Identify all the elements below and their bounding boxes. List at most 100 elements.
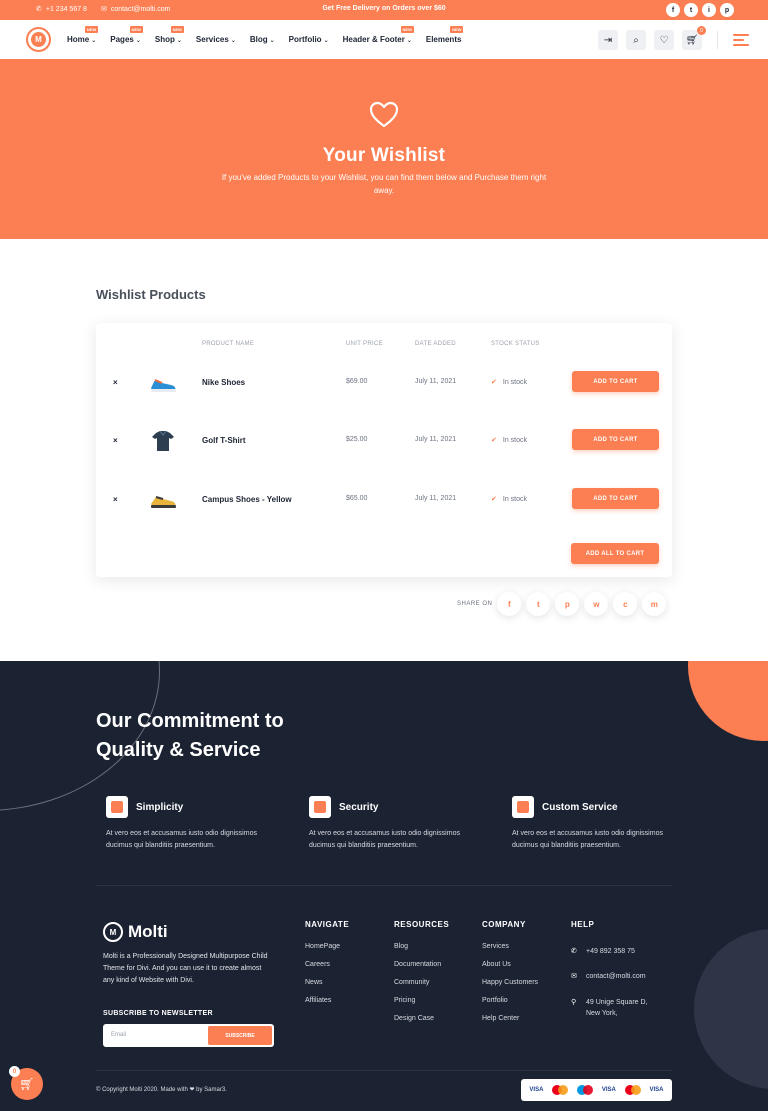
decorative-grey-circle [694, 929, 768, 1089]
nav-label: Header & Footer [342, 35, 405, 44]
nav-label: Services [195, 35, 229, 44]
add-to-cart-button[interactable]: ADD TO CART [572, 488, 659, 509]
column-header-stock: STOCK STATUS [491, 341, 540, 347]
product-name-link[interactable]: Campus Shoes - Yellow [202, 495, 292, 504]
login-icon[interactable]: ⇥ [598, 30, 618, 50]
pinterest-icon[interactable]: p [720, 3, 734, 17]
email-input[interactable]: Email [111, 1032, 126, 1038]
add-to-cart-button[interactable]: ADD TO CART [572, 429, 659, 450]
share-copy-icon[interactable]: c [613, 592, 638, 616]
mastercard-icon [624, 1085, 641, 1095]
cart-icon[interactable]: 🛒︎ 0 [682, 26, 706, 50]
feature-title: Simplicity [136, 802, 184, 813]
footer-link[interactable]: Design Case [394, 1015, 449, 1022]
decorative-orange-circle [688, 661, 768, 741]
footer-link[interactable]: Documentation [394, 961, 449, 968]
visa-icon: VISA [649, 1087, 664, 1093]
nav-header-footer[interactable]: Header & Footer ⌄ NEW [342, 26, 414, 44]
date-added: July 11, 2021 [415, 436, 457, 443]
unit-price: $65.00 [346, 495, 368, 502]
share-label: SHARE ON [457, 601, 493, 607]
new-badge: NEW [170, 26, 184, 33]
stock-status: ✔ In stock [491, 378, 527, 387]
nav-pages[interactable]: Pages ⌄ NEW [110, 26, 143, 44]
footer-column-help: HELP [571, 920, 594, 943]
floating-cart-count: 0 [9, 1066, 20, 1077]
newsletter-form: Email SUBSCRIBE [103, 1024, 274, 1047]
subscribe-button[interactable]: SUBSCRIBE [208, 1026, 272, 1045]
nav-services[interactable]: Services ⌄ [196, 35, 236, 44]
logo-mark: M [103, 922, 123, 942]
footer-link[interactable]: News [305, 979, 349, 986]
footer-link[interactable]: About Us [482, 961, 538, 968]
brand-name: Molti [128, 922, 168, 941]
phone-icon: ✆ [571, 948, 577, 955]
footer-link[interactable]: Services [482, 943, 538, 950]
share-whatsapp-icon[interactable]: w [584, 592, 609, 616]
visa-icon: VISA [601, 1087, 616, 1093]
chevron-down-icon: ⌄ [176, 38, 182, 44]
feature-description: At vero eos et accusamus iusto odio dign… [106, 830, 257, 849]
visa-icon: VISA [529, 1087, 544, 1093]
commitment-title-line-2: Quality & Service [96, 739, 261, 761]
footer-bottom-divider [96, 1070, 672, 1071]
chevron-down-icon: ⌄ [230, 38, 236, 44]
stock-text: In stock [502, 495, 527, 503]
product-thumbnail[interactable] [146, 488, 180, 512]
floating-cart-button[interactable]: 🛒︎ 0 [9, 1066, 43, 1100]
add-to-cart-button[interactable]: ADD TO CART [572, 371, 659, 392]
stock-status: ✔ In stock [491, 495, 527, 504]
site-logo[interactable]: M [26, 27, 51, 52]
twitter-icon[interactable]: t [684, 3, 698, 17]
facebook-icon[interactable]: f [666, 3, 680, 17]
footer-link[interactable]: Portfolio [482, 997, 538, 1004]
product-name-link[interactable]: Nike Shoes [202, 378, 245, 387]
column-header-product: PRODUCT NAME [202, 341, 255, 347]
stock-status: ✔ In stock [491, 436, 527, 445]
nav-shop[interactable]: Shop ⌄ NEW [155, 26, 184, 44]
menu-toggle-icon[interactable] [733, 34, 749, 49]
nav-label: Portfolio [288, 35, 322, 44]
instagram-icon[interactable]: i [702, 3, 716, 17]
share-pinterest-icon[interactable]: p [555, 592, 580, 616]
remove-item-button[interactable]: × [113, 378, 118, 387]
remove-item-button[interactable]: × [113, 436, 118, 445]
search-icon[interactable]: ⌕ [626, 30, 646, 50]
footer-link[interactable]: HomePage [305, 943, 349, 950]
share-twitter-icon[interactable]: t [526, 592, 551, 616]
share-facebook-icon[interactable]: f [497, 592, 522, 616]
heart-icon [369, 101, 399, 128]
footer-link[interactable]: Careers [305, 961, 349, 968]
wishlist-heart-icon[interactable]: ♡ [654, 30, 674, 50]
footer-link[interactable]: Blog [394, 943, 449, 950]
product-thumbnail[interactable] [146, 429, 180, 453]
chevron-down-icon: ⌄ [323, 38, 329, 44]
footer-column-company: COMPANY Services About Us Happy Customer… [482, 920, 538, 1033]
table-row: × Campus Shoes - Yellow $65.00 July 11, … [96, 480, 672, 520]
footer-link[interactable]: Happy Customers [482, 979, 538, 986]
date-added: July 11, 2021 [415, 378, 457, 385]
footer-link[interactable]: Affiliates [305, 997, 349, 1004]
product-name-link[interactable]: Golf T-Shirt [202, 436, 246, 445]
footer-link[interactable]: Help Center [482, 1015, 538, 1022]
wishlist-hero: Your Wishlist If you've added Products t… [0, 59, 768, 239]
nav-portfolio[interactable]: Portfolio ⌄ [289, 35, 329, 44]
stock-text: In stock [502, 436, 527, 444]
product-thumbnail[interactable] [146, 371, 180, 395]
mastercard-icon [552, 1085, 569, 1095]
nav-elements[interactable]: Elements NEW [426, 26, 464, 44]
table-row: × Nike Shoes $69.00 July 11, 2021 ✔ In s… [96, 363, 672, 403]
share-bar: SHARE ON f t p w c m [457, 592, 671, 616]
nav-blog[interactable]: Blog ⌄ [250, 35, 275, 44]
footer-link[interactable]: Community [394, 979, 449, 986]
footer-link[interactable]: Pricing [394, 997, 449, 1004]
new-badge: NEW [129, 26, 143, 33]
chevron-down-icon: ⌄ [91, 38, 97, 44]
add-all-to-cart-button[interactable]: ADD ALL TO CART [571, 543, 659, 564]
share-email-icon[interactable]: m [642, 592, 667, 616]
header-divider [717, 31, 718, 49]
nav-home[interactable]: Home ⌄ NEW [67, 26, 99, 44]
footer-logo[interactable]: M Molti [103, 922, 168, 942]
thumbs-up-icon [106, 796, 128, 818]
remove-item-button[interactable]: × [113, 495, 118, 504]
